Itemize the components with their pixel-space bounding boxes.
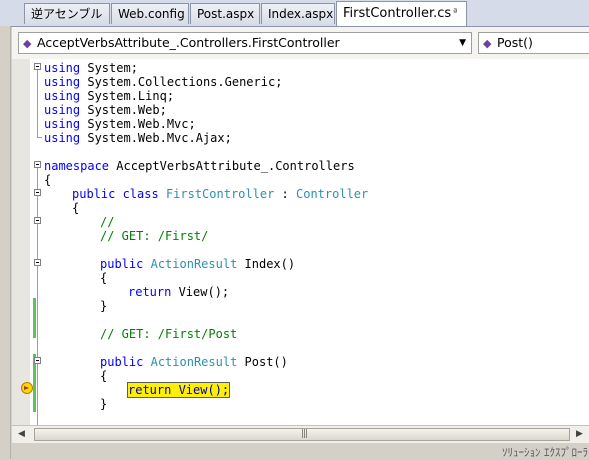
code-text: System; (80, 61, 138, 75)
code-line: using System.Web.Mvc.Ajax; (44, 131, 232, 145)
code-line: using System.Web; (44, 103, 167, 117)
code-line: // (100, 215, 114, 229)
keyword: namespace (44, 159, 110, 173)
keyword: using (44, 75, 81, 89)
outline-guide-end (37, 137, 42, 138)
brace: { (100, 369, 108, 383)
keyword: using (44, 61, 81, 75)
type-name: ActionResult (150, 355, 238, 369)
code-text: View(); (171, 285, 230, 299)
type-name: ActionResult (150, 257, 238, 271)
code-text: : (274, 187, 296, 201)
code-line: // GET: /First/Post (100, 327, 237, 341)
outline-guide (37, 70, 38, 137)
code-text: System.Web.Mvc; (80, 117, 196, 131)
type-selector-value: AcceptVerbsAttribute_.Controllers.FirstC… (37, 35, 340, 50)
code-line: { (100, 369, 107, 383)
tab-label: FirstController.cs (343, 6, 452, 21)
class-icon: ◆ (23, 37, 32, 50)
code-line: { (72, 201, 79, 215)
keyword: using (44, 89, 81, 103)
keyword: return (128, 285, 172, 299)
collapse-icon[interactable] (34, 63, 41, 70)
code-editor[interactable]: using System; using System.Collections.G… (12, 59, 589, 425)
member-selector-dropdown[interactable]: ◆ Post() (478, 32, 589, 54)
tab-disassembly[interactable]: 逆アセンブル (24, 3, 110, 24)
indicator-margin[interactable] (12, 59, 30, 425)
code-line: { (100, 271, 107, 285)
dropdown-arrow-icon[interactable]: ▼ (459, 33, 466, 53)
change-indicator (33, 298, 36, 338)
type-name: Controller (296, 187, 369, 201)
tab-web-config[interactable]: Web.config (111, 3, 189, 24)
keyword: using (44, 131, 81, 145)
comment: // GET: /First/Post (100, 327, 238, 341)
tab-label: 逆アセンブル (31, 7, 103, 21)
code-line: public class FirstController : Controlle… (72, 187, 368, 201)
keyword: using (44, 103, 81, 117)
left-dock-strip (0, 26, 11, 459)
collapse-icon[interactable] (34, 189, 41, 196)
method-icon: ◆ (483, 37, 492, 50)
code-text: Post() (237, 355, 288, 369)
keyword: public (100, 257, 144, 271)
code-line: using System; (44, 61, 138, 75)
comment: // (100, 215, 115, 229)
brace: { (72, 201, 80, 215)
brace: } (100, 397, 108, 411)
code-line: } (100, 397, 107, 411)
collapse-icon[interactable] (34, 357, 41, 364)
tab-label: Post.aspx (197, 7, 255, 21)
outline-guide (37, 168, 38, 425)
horizontal-scrollbar[interactable]: ◀ ||| ▶ (12, 425, 589, 443)
current-statement-icon[interactable] (21, 382, 33, 394)
scroll-left-icon[interactable]: ◀ (18, 429, 25, 439)
code-line: using System.Linq; (44, 89, 174, 103)
code-line: } (100, 299, 107, 313)
scroll-right-icon[interactable]: ▶ (576, 429, 583, 439)
tab-label: Index.aspx (268, 7, 334, 21)
brace: } (100, 299, 108, 313)
scrollbar-thumb[interactable]: ||| (34, 428, 570, 441)
bottom-tool-strip: ｿﾘｭｰｼｮﾝ ｴｸｽﾌﾟﾛｰﾗ (12, 443, 589, 459)
code-line: public ActionResult Index() (100, 257, 295, 271)
tab-label: Web.config (118, 7, 185, 21)
comment: // GET: /First/ (100, 229, 209, 243)
navigation-bar: ◆ AcceptVerbsAttribute_.Controllers.First… (12, 27, 589, 60)
code-text: System.Collections.Generic; (80, 75, 283, 89)
solution-explorer-tab[interactable]: ｿﾘｭｰｼｮﾝ ｴｸｽﾌﾟﾛｰﾗ (502, 444, 588, 460)
code-text: Index() (237, 257, 296, 271)
code-text: AcceptVerbsAttribute_.Controllers (109, 159, 355, 173)
code-line: public ActionResult Post() (100, 355, 288, 369)
tab-index-aspx[interactable]: Index.aspx (261, 3, 335, 24)
brace: { (100, 271, 108, 285)
code-line: // GET: /First/ (100, 229, 208, 243)
keyword: public class (72, 187, 159, 201)
code-line: namespace AcceptVerbsAttribute_.Controll… (44, 159, 355, 173)
grip-icon: ||| (301, 429, 308, 439)
code-line: { (44, 173, 51, 187)
type-selector-dropdown[interactable]: ◆ AcceptVerbsAttribute_.Controllers.First… (18, 32, 472, 54)
tab-post-aspx[interactable]: Post.aspx (190, 3, 260, 24)
code-text: System.Web; (80, 103, 167, 117)
document-tab-bar: 逆アセンブル Web.config Post.aspx Index.aspx F… (0, 0, 589, 27)
brace: { (44, 173, 52, 187)
keyword: public (100, 355, 144, 369)
pin-icon[interactable]: ª (453, 8, 457, 18)
member-selector-value: Post() (497, 35, 533, 50)
code-line: using System.Collections.Generic; (44, 75, 282, 89)
current-statement-highlight[interactable]: return View(); (126, 382, 231, 398)
type-name: FirstController (165, 187, 275, 201)
code-line: using System.Web.Mvc; (44, 117, 196, 131)
collapse-icon[interactable] (34, 161, 41, 168)
code-line: return View(); (128, 285, 229, 299)
code-text: System.Web.Mvc.Ajax; (80, 131, 232, 145)
collapse-icon[interactable] (34, 217, 41, 224)
tab-first-controller[interactable]: FirstController.cs ª (336, 1, 467, 26)
collapse-icon[interactable] (34, 259, 41, 266)
code-line-current: return View(); (126, 382, 231, 398)
code-text: System.Linq; (80, 89, 175, 103)
keyword: using (44, 117, 81, 131)
